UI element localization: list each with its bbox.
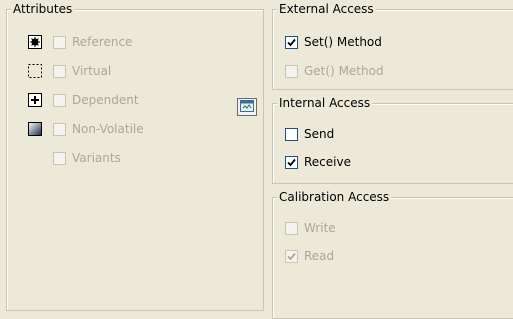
non-volatile-checkbox[interactable]	[53, 122, 66, 136]
send-row[interactable]: Send	[285, 125, 334, 143]
dependent-label: Dependent	[72, 93, 139, 107]
get-method-checkbox[interactable]	[285, 64, 298, 78]
dependent-icon	[27, 92, 43, 108]
get-method-row[interactable]: Get() Method	[285, 62, 384, 80]
send-checkbox[interactable]	[285, 127, 298, 141]
non-volatile-row[interactable]: Non-Volatile	[27, 120, 144, 138]
external-access-legend: External Access	[277, 2, 376, 16]
formula-editor-icon	[240, 99, 254, 115]
get-method-label: Get() Method	[304, 64, 384, 78]
set-method-label: Set() Method	[304, 35, 382, 49]
dependent-row[interactable]: Dependent	[27, 91, 139, 109]
non-volatile-icon	[27, 121, 43, 137]
send-label: Send	[304, 127, 335, 141]
internal-access-group: Internal Access Send Receive	[272, 96, 513, 184]
internal-access-legend: Internal Access	[277, 96, 373, 110]
virtual-checkbox[interactable]	[53, 64, 66, 78]
virtual-label: Virtual	[72, 64, 112, 78]
variants-checkbox[interactable]	[53, 151, 66, 165]
write-row[interactable]: Write	[285, 219, 336, 237]
variants-row[interactable]: Variants	[27, 149, 121, 167]
calibration-access-group: Calibration Access Write Read	[272, 190, 513, 319]
virtual-icon	[27, 63, 43, 79]
reference-label: Reference	[72, 35, 133, 49]
attributes-legend: Attributes	[11, 2, 75, 16]
set-method-checkbox[interactable]	[285, 35, 298, 49]
receive-checkbox[interactable]	[285, 155, 298, 169]
external-access-group: External Access Set() Method Get() Metho…	[272, 2, 513, 90]
write-label: Write	[304, 221, 336, 235]
variants-label: Variants	[72, 151, 121, 165]
calibration-access-legend: Calibration Access	[277, 190, 392, 204]
attributes-group: Attributes Reference Virtual Dependent N…	[6, 2, 264, 311]
read-row[interactable]: Read	[285, 247, 334, 265]
set-method-row[interactable]: Set() Method	[285, 33, 382, 51]
write-checkbox[interactable]	[285, 221, 298, 235]
virtual-row[interactable]: Virtual	[27, 62, 111, 80]
dependent-checkbox[interactable]	[53, 93, 66, 107]
receive-row[interactable]: Receive	[285, 153, 351, 171]
receive-label: Receive	[304, 155, 351, 169]
read-checkbox[interactable]	[285, 249, 298, 263]
reference-checkbox[interactable]	[53, 35, 66, 49]
reference-icon	[27, 34, 43, 50]
non-volatile-label: Non-Volatile	[72, 122, 144, 136]
read-label: Read	[304, 249, 335, 263]
reference-row[interactable]: Reference	[27, 33, 132, 51]
formula-editor-button[interactable]	[237, 98, 257, 116]
